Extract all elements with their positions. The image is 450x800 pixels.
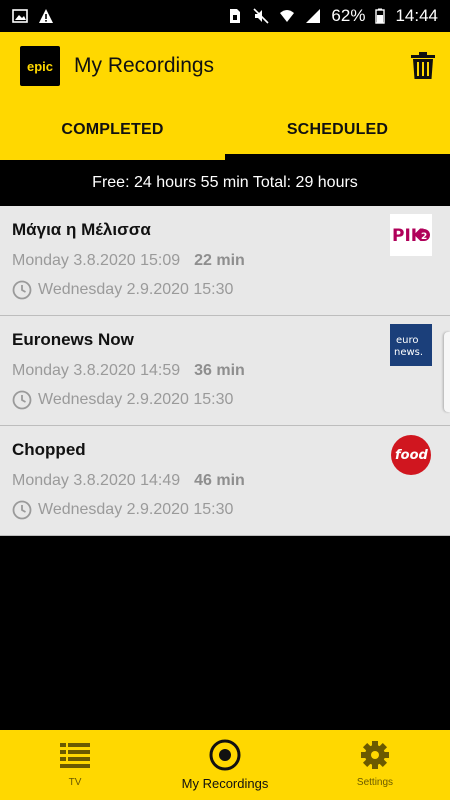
channel-food-network-logo: food (390, 434, 432, 476)
status-bar: 62% 14:44 (0, 0, 450, 32)
nav-my-recordings[interactable]: My Recordings (150, 730, 300, 800)
storage-info: Free: 24 hours 55 min Total: 29 hours (0, 160, 450, 206)
nav-tv-label: TV (68, 777, 82, 788)
recording-item[interactable]: Chopped Monday 3.8.2020 14:49 46 min Wed… (0, 426, 450, 536)
nav-my-recordings-label: My Recordings (181, 776, 269, 791)
svg-text:news.: news. (394, 347, 423, 358)
recording-expiry-line: Wednesday 2.9.2020 15:30 (12, 280, 438, 300)
mute-icon (253, 8, 269, 24)
page-title: My Recordings (74, 54, 215, 77)
recording-expiry: Wednesday 2.9.2020 15:30 (38, 391, 234, 408)
nav-settings-label: Settings (356, 777, 394, 788)
epic-logo: epic (20, 46, 60, 86)
tv-guide-icon (60, 743, 90, 768)
signal-icon (306, 9, 321, 23)
nav-tv[interactable]: TV (0, 730, 150, 800)
trash-icon[interactable] (410, 52, 436, 80)
euronews-logo-icon: euro news. (390, 324, 432, 366)
recording-title: Μάγια η Μέλισσα (12, 220, 151, 239)
recording-item[interactable]: Euronews Now Monday 3.8.2020 14:59 36 mi… (0, 316, 450, 426)
svg-text:food: food (395, 448, 429, 463)
channel-euronews-logo: euro news. (390, 324, 432, 366)
recording-date: Monday 3.8.2020 14:59 (12, 362, 181, 379)
ert2-logo-icon: ΡΙΚ 2 (390, 214, 432, 256)
tab-completed[interactable]: COMPLETED (0, 100, 225, 160)
bottom-navigation: TV My Recordings Settings (0, 730, 450, 800)
recording-duration: 22 min (194, 252, 245, 269)
recording-expiry-line: Wednesday 2.9.2020 15:30 (12, 500, 438, 520)
battery-percent: 62% (331, 6, 366, 25)
food-network-logo-icon: food (391, 435, 431, 475)
recording-date-line: Monday 3.8.2020 15:09 22 min (12, 252, 438, 270)
recording-date-line: Monday 3.8.2020 14:59 36 min (12, 362, 438, 380)
image-notification-icon (12, 9, 28, 23)
gear-icon (361, 741, 389, 769)
nav-settings[interactable]: Settings (300, 730, 450, 800)
recording-title: Chopped (12, 440, 86, 459)
scroll-handle[interactable] (444, 332, 450, 412)
channel-ert2-logo: ΡΙΚ 2 (390, 214, 432, 256)
app-bar: epic My Recordings (0, 32, 450, 100)
svg-text:euro: euro (396, 335, 419, 346)
battery-icon (375, 8, 386, 24)
recording-date-line: Monday 3.8.2020 14:49 46 min (12, 472, 438, 490)
recording-expiry-line: Wednesday 2.9.2020 15:30 (12, 390, 438, 410)
wifi-icon (280, 10, 295, 22)
clock-icon (12, 500, 32, 520)
tab-scheduled[interactable]: SCHEDULED (225, 100, 450, 160)
clock-icon (12, 280, 32, 300)
status-right: 62% 14:44 (227, 6, 438, 26)
recordings-list: Μάγια η Μέλισσα Monday 3.8.2020 15:09 22… (0, 206, 450, 536)
svg-text:2: 2 (421, 232, 427, 242)
recording-duration: 46 min (194, 472, 245, 489)
tab-bar: COMPLETED SCHEDULED (0, 100, 450, 160)
warning-icon (39, 9, 53, 23)
clock-icon (12, 390, 32, 410)
recording-date: Monday 3.8.2020 15:09 (12, 252, 181, 269)
recording-expiry: Wednesday 2.9.2020 15:30 (38, 501, 234, 518)
record-icon (209, 739, 241, 771)
recording-expiry: Wednesday 2.9.2020 15:30 (38, 281, 234, 298)
recording-item[interactable]: Μάγια η Μέλισσα Monday 3.8.2020 15:09 22… (0, 206, 450, 316)
recording-title: Euronews Now (12, 330, 134, 349)
status-left (12, 8, 54, 24)
recording-date: Monday 3.8.2020 14:49 (12, 472, 181, 489)
status-time: 14:44 (395, 6, 438, 25)
app-screen: 62% 14:44 epic My Recordings COMPLETED S… (0, 0, 450, 800)
recording-duration: 36 min (194, 362, 245, 379)
sim-icon (230, 9, 241, 23)
